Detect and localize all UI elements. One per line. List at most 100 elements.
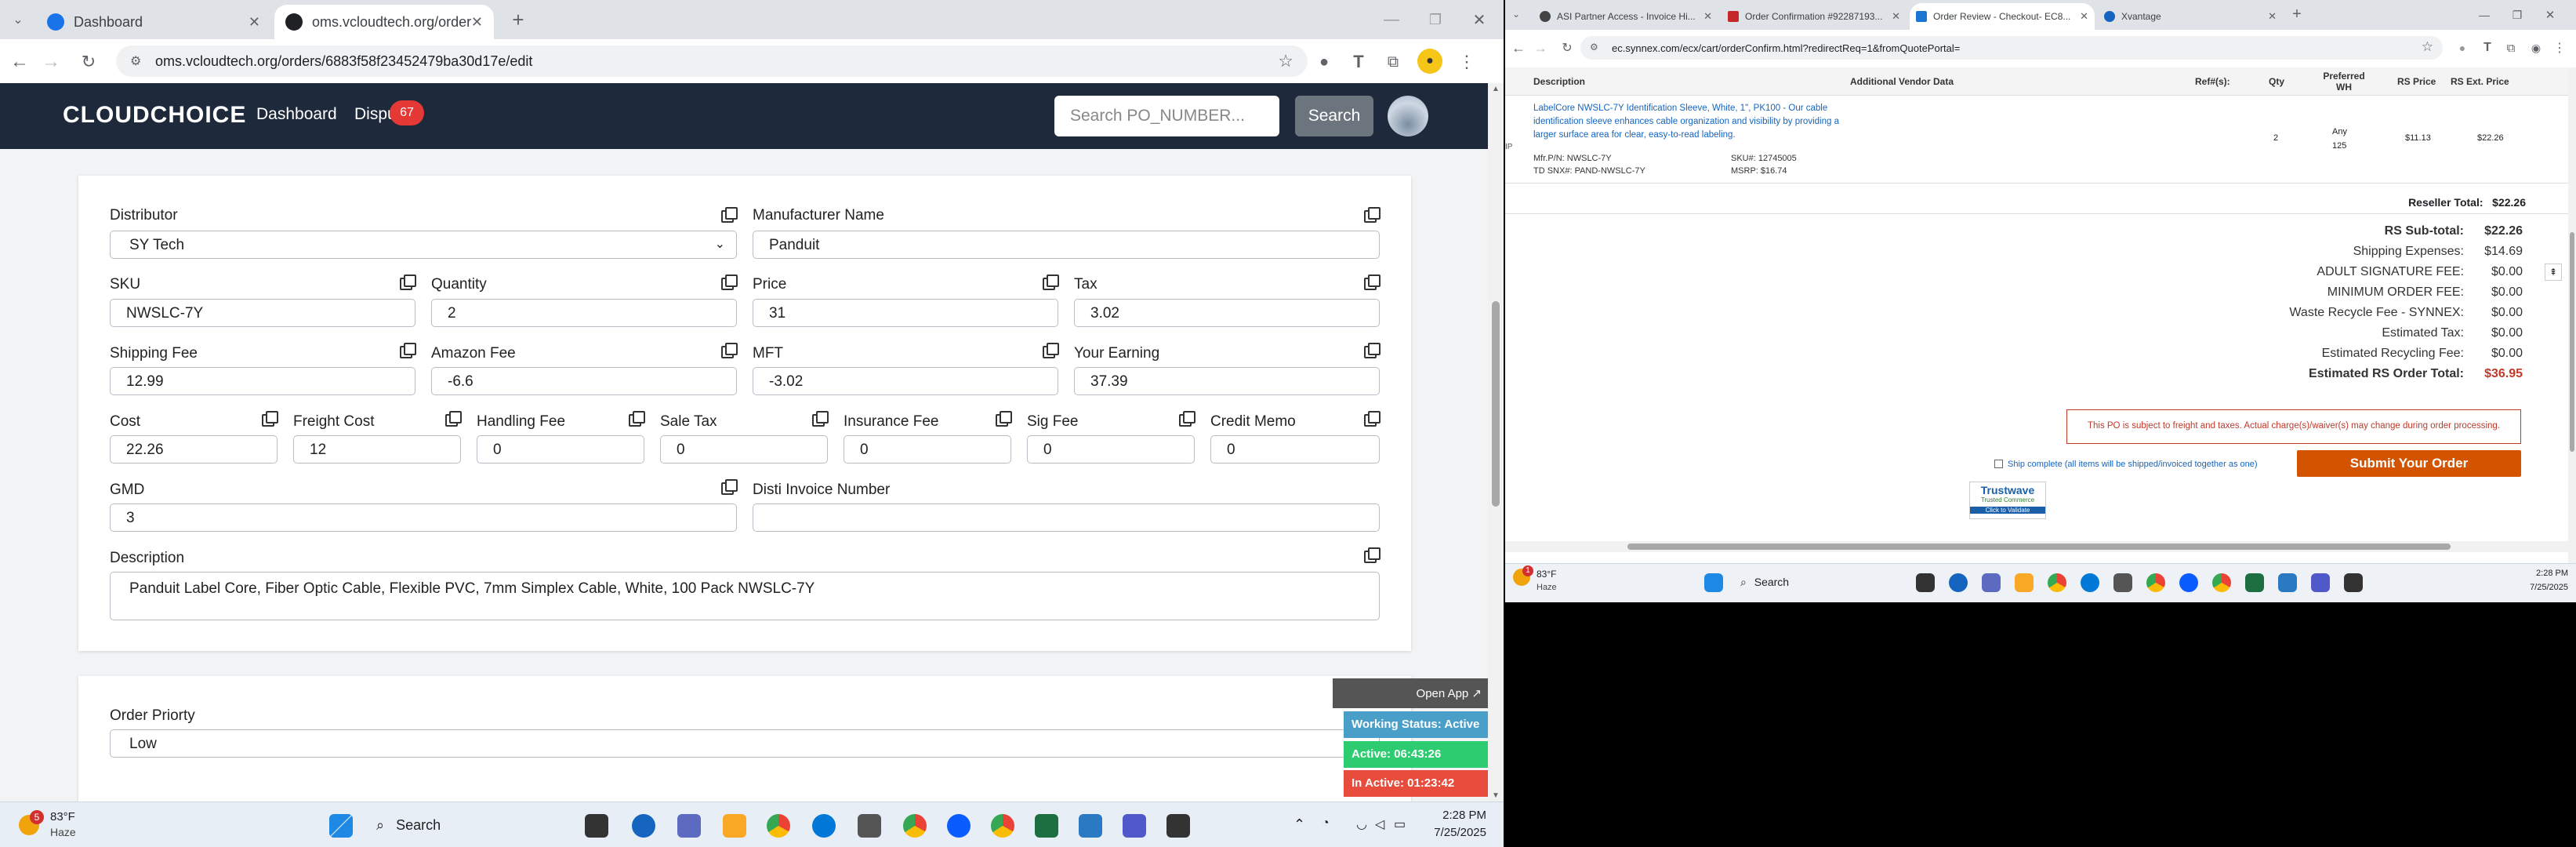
reload-icon[interactable]: ↻ [77, 50, 100, 74]
po-search-input[interactable]: Search PO_NUMBER... [1054, 96, 1279, 136]
copy-icon[interactable] [721, 207, 738, 223]
chrome-icon[interactable] [2146, 573, 2165, 592]
profile-icon[interactable]: ◉ [2527, 39, 2545, 56]
price-input[interactable]: 31 [753, 299, 1058, 327]
windows-start-icon[interactable] [329, 814, 353, 838]
bookmark-star-icon[interactable]: ☆ [1278, 51, 1293, 71]
tab-xvantage[interactable]: Xvantage ✕ [2098, 3, 2283, 30]
minimize-icon[interactable]: — [1380, 8, 1403, 31]
trustwave-seal[interactable]: Trustwave Trusted Commerce Click to Vali… [1969, 482, 2046, 519]
tab-search-icon[interactable]: ⌄ [8, 9, 28, 30]
file-explorer-icon[interactable] [585, 814, 608, 838]
folder-icon[interactable] [2015, 573, 2034, 592]
distributor-select[interactable]: SY Tech ⌄ [110, 231, 737, 259]
edge-icon[interactable] [2081, 573, 2099, 592]
manufacturer-input[interactable]: Panduit [753, 231, 1380, 259]
address-bar[interactable]: ⚙ ec.synnex.com/ecx/cart/orderConfirm.ht… [1580, 36, 2443, 60]
scrollbar-thumb[interactable] [1492, 301, 1500, 507]
chrome-icon[interactable] [991, 814, 1014, 838]
mft-input[interactable]: -3.02 [753, 367, 1058, 395]
new-tab-icon[interactable]: + [2288, 5, 2306, 24]
back-icon[interactable]: ← [1510, 39, 1527, 56]
disti-invoice-input[interactable] [753, 503, 1380, 532]
tab-search-icon[interactable]: ⌄ [1508, 6, 1524, 22]
copy-icon[interactable] [996, 411, 1012, 427]
tax-input[interactable]: 3.02 [1074, 299, 1380, 327]
copy-icon[interactable] [1043, 274, 1059, 290]
bookmark-star-icon[interactable]: ☆ [2422, 39, 2433, 55]
minimize-icon[interactable]: — [2476, 6, 2493, 24]
tab-order-edit[interactable]: oms.vcloudtech.org/orders/6883f58f234524… [274, 5, 494, 39]
item-description-link[interactable]: LabelCore NWSLC-7Y Identification Sleeve… [1533, 102, 1847, 142]
description-textarea[interactable]: Panduit Label Core, Fiber Optic Cable, F… [110, 572, 1380, 620]
battery-icon[interactable]: ▭ [1394, 816, 1406, 832]
copy-icon[interactable] [812, 411, 829, 427]
extension-icon[interactable]: ● [1312, 50, 1336, 74]
scroll-down-icon[interactable]: ▼ [1492, 791, 1500, 800]
scrollbar-thumb[interactable] [1627, 543, 2451, 550]
excel-icon[interactable] [1035, 814, 1058, 838]
open-app-button[interactable]: Open App ↗ [1333, 678, 1488, 708]
copy-icon[interactable] [400, 343, 416, 358]
taskbar-search[interactable]: ⌕ Search [1734, 573, 1867, 594]
ship-complete-checkbox[interactable]: Ship complete (all items will be shipped… [1994, 460, 2258, 469]
copy-icon[interactable] [262, 411, 278, 427]
site-info-icon[interactable]: ⚙ [130, 53, 141, 69]
app-icon[interactable] [2344, 573, 2363, 592]
zoom-icon[interactable] [2179, 573, 2198, 592]
copy-icon[interactable] [1364, 411, 1381, 427]
sku-input[interactable]: NWSLC-7Y [110, 299, 415, 327]
app-icon[interactable] [2278, 573, 2297, 592]
forward-icon[interactable]: → [39, 50, 63, 74]
excel-icon[interactable] [2245, 573, 2264, 592]
tab-order-review[interactable]: Order Review - Checkout- EC8... ✕ [1910, 3, 2095, 30]
tab-asi-partner[interactable]: ASI Partner Access - Invoice Hi... ✕ [1533, 3, 1718, 30]
handling-fee-input[interactable]: 0 [477, 435, 644, 463]
restore-icon[interactable]: ❐ [2509, 6, 2526, 24]
chrome-icon[interactable] [2048, 573, 2066, 592]
chrome-icon[interactable] [903, 814, 927, 838]
close-tab-icon[interactable]: ✕ [471, 14, 483, 31]
amazon-fee-input[interactable]: -6.6 [431, 367, 737, 395]
sig-fee-input[interactable]: 0 [1027, 435, 1195, 463]
taskbar-search[interactable]: ⌕ Search [368, 813, 549, 838]
app-icon[interactable] [1079, 814, 1102, 838]
copy-icon[interactable] [400, 274, 416, 290]
site-info-icon[interactable]: ⚙ [1590, 42, 1598, 53]
copy-icon[interactable] [721, 274, 738, 290]
order-priority-select[interactable]: Low [110, 729, 1380, 758]
menu-kebab-icon[interactable]: ⋮ [2551, 39, 2568, 56]
file-explorer-icon[interactable] [1916, 573, 1935, 592]
close-tab-icon[interactable]: ✕ [1892, 10, 1900, 23]
calculator-icon[interactable] [677, 814, 701, 838]
checkbox-icon[interactable] [1994, 460, 2003, 468]
horizontal-scrollbar[interactable] [1505, 541, 2568, 552]
page-scrollbar[interactable] [2568, 67, 2576, 563]
quantity-input[interactable]: 2 [431, 299, 737, 327]
edge-icon[interactable] [812, 814, 836, 838]
wifi-icon[interactable]: ◡ [1356, 816, 1367, 832]
browser-icon[interactable] [1949, 573, 1968, 592]
app-icon[interactable] [1166, 814, 1190, 838]
gmd-input[interactable]: 3 [110, 503, 737, 532]
clock-date[interactable]: 7/25/2025 [2501, 583, 2568, 592]
extensions-puzzle-icon[interactable]: ⧉ [1381, 50, 1405, 74]
teams-icon[interactable] [1123, 814, 1146, 838]
nav-dashboard[interactable]: Dashboard [256, 105, 337, 124]
freight-cost-input[interactable]: 12 [293, 435, 461, 463]
copy-icon[interactable] [445, 411, 462, 427]
side-tab-icon[interactable]: IP [1505, 143, 1512, 166]
teams-icon[interactable] [2311, 573, 2330, 592]
clock-time[interactable]: 2:28 PM [1411, 809, 1486, 822]
page-scrollbar[interactable]: ▲ ▼ [1488, 83, 1504, 802]
insurance-fee-input[interactable]: 0 [844, 435, 1011, 463]
close-window-icon[interactable]: ✕ [2542, 6, 2559, 24]
zoom-icon[interactable] [947, 814, 971, 838]
restore-icon[interactable]: ❐ [1424, 8, 1447, 31]
folder-icon[interactable] [723, 814, 746, 838]
close-tab-icon[interactable]: ✕ [2268, 10, 2277, 23]
network-icon[interactable]: ◔ [1322, 816, 1330, 831]
back-icon[interactable]: ← [8, 50, 31, 74]
tab-search-icon[interactable]: T [2479, 39, 2496, 56]
sale-tax-input[interactable]: 0 [660, 435, 828, 463]
